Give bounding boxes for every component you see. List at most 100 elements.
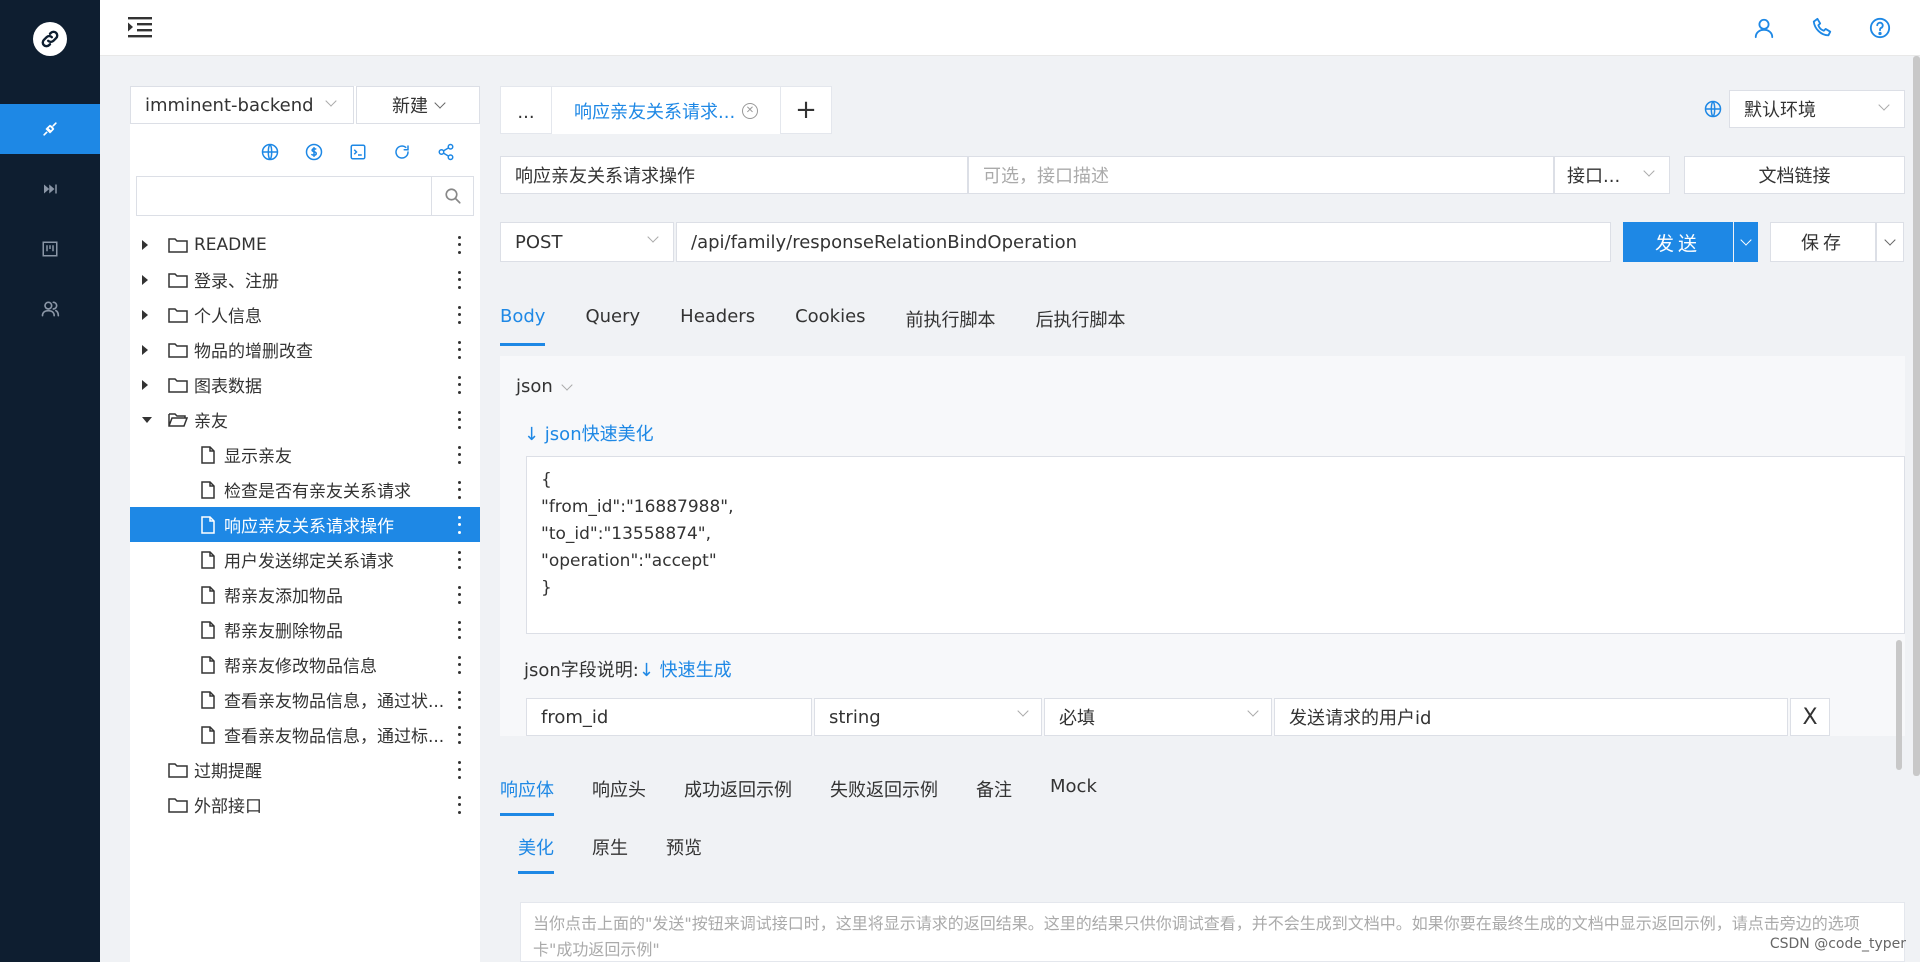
delete-param-button[interactable]: X (1790, 698, 1830, 736)
new-button[interactable]: 新建 (356, 86, 480, 124)
more-vertical-icon[interactable] (456, 655, 462, 674)
request-tab[interactable]: Query (585, 306, 640, 346)
api-icon[interactable] (0, 104, 100, 154)
more-vertical-icon[interactable] (456, 305, 462, 324)
caret-right-icon[interactable] (142, 309, 148, 320)
tree-item-file[interactable]: 响应亲友关系请求操作 (130, 507, 480, 542)
phone-icon[interactable] (1810, 16, 1834, 40)
help-icon[interactable] (1868, 16, 1892, 40)
json-editor[interactable]: {"from_id":"16887988", "to_id":"13558874"… (526, 456, 1905, 634)
more-vertical-icon[interactable] (456, 725, 462, 744)
caret-right-icon[interactable] (142, 344, 148, 355)
tree-item-file[interactable]: 查看亲友物品信息，通过标... (130, 717, 480, 752)
response-tab[interactable]: 成功返回示例 (684, 776, 792, 816)
request-tab[interactable]: Cookies (795, 306, 865, 346)
more-vertical-icon[interactable] (456, 340, 462, 359)
url-input[interactable]: /api/family/responseRelationBindOperatio… (676, 222, 1611, 262)
dollar-icon[interactable] (302, 140, 326, 164)
api-desc-field[interactable]: 可选，接口描述 (968, 156, 1554, 194)
refresh-icon[interactable] (390, 140, 414, 164)
response-sub-tab[interactable]: 预览 (666, 834, 702, 874)
response-sub-tab[interactable]: 原生 (592, 834, 628, 874)
tree-item-folder[interactable]: 物品的增删改查 (130, 332, 480, 367)
globe-icon[interactable] (258, 140, 282, 164)
param-type-select[interactable]: string (814, 698, 1042, 736)
tree-item-folder[interactable]: 过期提醒 (130, 752, 480, 787)
tree-item-folder[interactable]: 登录、注册 (130, 262, 480, 297)
more-vertical-icon[interactable] (456, 410, 462, 429)
caret-right-icon[interactable] (142, 239, 148, 250)
tree-item-folder[interactable]: 图表数据 (130, 367, 480, 402)
response-tab[interactable]: 响应头 (592, 776, 646, 816)
save-dropdown-button[interactable] (1876, 222, 1904, 262)
more-vertical-icon[interactable] (456, 585, 462, 604)
response-tab[interactable]: 响应体 (500, 776, 554, 816)
share-icon[interactable] (434, 140, 458, 164)
send-dropdown-button[interactable] (1734, 222, 1758, 262)
tree-item-folder[interactable]: 个人信息 (130, 297, 480, 332)
tree-item-file[interactable]: 帮亲友删除物品 (130, 612, 480, 647)
sidebar-search-input[interactable] (137, 177, 431, 215)
close-icon[interactable]: ✕ (742, 103, 758, 119)
save-button[interactable]: 保存 (1770, 222, 1876, 262)
tab-active[interactable]: 响应亲友关系请求... ✕ (552, 86, 780, 134)
param-name-field[interactable]: from_id (526, 698, 812, 736)
link-logo-icon[interactable] (33, 22, 67, 56)
response-tab[interactable]: 失败返回示例 (830, 776, 938, 816)
quick-generate-link[interactable]: ↓ 快速生成 (639, 660, 732, 681)
json-beautify-link[interactable]: ↓ json快速美化 (524, 420, 654, 446)
response-tab[interactable]: Mock (1050, 776, 1097, 816)
add-tab-button[interactable]: + (780, 86, 832, 134)
more-vertical-icon[interactable] (456, 550, 462, 569)
request-tab[interactable]: 后执行脚本 (1036, 306, 1126, 346)
tree-item-file[interactable]: 帮亲友添加物品 (130, 577, 480, 612)
more-vertical-icon[interactable] (456, 375, 462, 394)
search-icon[interactable] (431, 177, 473, 215)
terminal-icon[interactable] (346, 140, 370, 164)
doc-link-button[interactable]: 文档链接 (1684, 156, 1905, 194)
tree-item-folder[interactable]: 亲友 (130, 402, 480, 437)
file-icon (198, 655, 218, 675)
board-icon[interactable] (0, 224, 100, 274)
api-status-select[interactable]: 接口... (1554, 156, 1670, 194)
param-desc-field[interactable]: 发送请求的用户id (1274, 698, 1788, 736)
body-scrollbar[interactable] (1896, 640, 1902, 770)
method-select[interactable]: POST (500, 222, 674, 262)
caret-right-icon[interactable] (142, 379, 148, 390)
more-vertical-icon[interactable] (456, 270, 462, 289)
caret-down-icon[interactable] (142, 416, 152, 423)
body-format-select[interactable]: json (516, 376, 573, 397)
more-vertical-icon[interactable] (456, 690, 462, 709)
environment-select[interactable]: 默认环境 (1729, 90, 1905, 128)
request-tab[interactable]: 前执行脚本 (906, 306, 996, 346)
tree-item-folder[interactable]: 外部接口 (130, 787, 480, 822)
tree-item-file[interactable]: 显示亲友 (130, 437, 480, 472)
request-tab[interactable]: Headers (680, 306, 755, 346)
more-vertical-icon[interactable] (456, 445, 462, 464)
tree-item-file[interactable]: 用户发送绑定关系请求 (130, 542, 480, 577)
response-tab[interactable]: 备注 (976, 776, 1012, 816)
team-icon[interactable] (0, 284, 100, 334)
tab-more-button[interactable]: ... (500, 86, 552, 134)
caret-right-icon[interactable] (142, 274, 148, 285)
response-sub-tab[interactable]: 美化 (518, 834, 554, 874)
tree-item-folder[interactable]: README (130, 227, 480, 262)
menu-toggle-icon[interactable] (128, 16, 152, 43)
user-icon[interactable] (1752, 16, 1776, 40)
project-select[interactable]: imminent-backend (130, 86, 354, 124)
more-vertical-icon[interactable] (456, 480, 462, 499)
more-vertical-icon[interactable] (456, 235, 462, 254)
more-vertical-icon[interactable] (456, 795, 462, 814)
more-vertical-icon[interactable] (456, 620, 462, 639)
param-required-select[interactable]: 必填 (1044, 698, 1272, 736)
more-vertical-icon[interactable] (456, 515, 462, 534)
more-vertical-icon[interactable] (456, 760, 462, 779)
tree-item-file[interactable]: 查看亲友物品信息，通过状... (130, 682, 480, 717)
skip-icon[interactable] (0, 164, 100, 214)
request-tab[interactable]: Body (500, 306, 546, 346)
api-name-field[interactable]: 响应亲友关系请求操作 (500, 156, 968, 194)
tree-item-file[interactable]: 检查是否有亲友关系请求 (130, 472, 480, 507)
tree-item-file[interactable]: 帮亲友修改物品信息 (130, 647, 480, 682)
page-scrollbar[interactable] (1913, 56, 1920, 776)
send-button[interactable]: 发送 (1623, 222, 1733, 262)
